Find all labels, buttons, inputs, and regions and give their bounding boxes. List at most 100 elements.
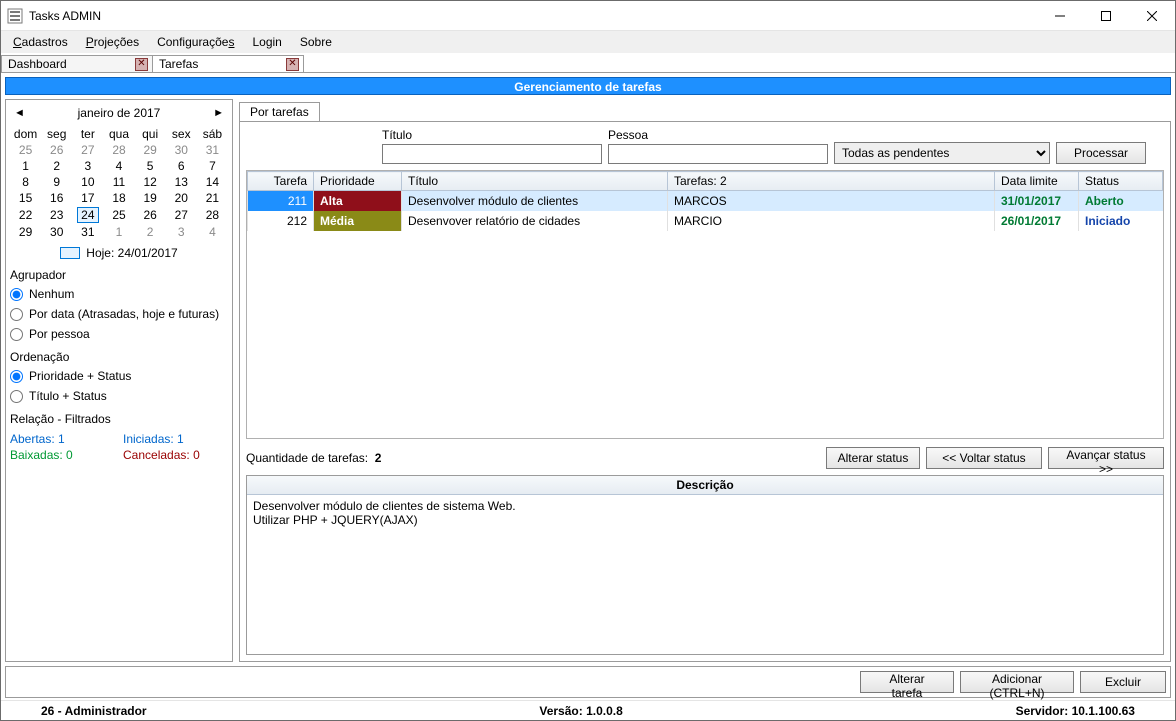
- tab-dashboard[interactable]: Dashboard ✕: [1, 55, 153, 72]
- calendar-day[interactable]: 23: [41, 206, 72, 224]
- menu-projecoes[interactable]: Projeções: [78, 33, 147, 51]
- calendar-day[interactable]: 25: [103, 206, 134, 224]
- titulo-input[interactable]: [382, 144, 602, 164]
- col-tarefas-count[interactable]: Tarefas: 2: [668, 172, 995, 191]
- radio-nenhum[interactable]: Nenhum: [10, 286, 228, 302]
- tab-label: Tarefas: [159, 57, 198, 71]
- calendar-day[interactable]: 26: [41, 142, 72, 158]
- titlebar: Tasks ADMIN: [1, 1, 1175, 31]
- calendar-day[interactable]: 28: [103, 142, 134, 158]
- calendar-day[interactable]: 13: [166, 174, 197, 190]
- calendar-day[interactable]: 20: [166, 190, 197, 206]
- today-label: Hoje: 24/01/2017: [86, 246, 177, 260]
- menu-login[interactable]: Login: [244, 33, 289, 51]
- processar-button[interactable]: Processar: [1056, 142, 1146, 164]
- today-marker-icon: [60, 247, 80, 259]
- radio-porpessoa[interactable]: Por pessoa: [10, 326, 228, 342]
- calendar-day[interactable]: 27: [72, 142, 103, 158]
- col-status[interactable]: Status: [1079, 172, 1163, 191]
- subtab-portarefas[interactable]: Por tarefas: [239, 102, 320, 121]
- calendar-day[interactable]: 28: [197, 206, 228, 224]
- calendar-day[interactable]: 8: [10, 174, 41, 190]
- avancar-status-button[interactable]: Avançar status >>: [1048, 447, 1164, 469]
- menu-sobre[interactable]: Sobre: [292, 33, 340, 51]
- stat-abertas: Abertas: 1: [10, 432, 115, 446]
- calendar-day[interactable]: 11: [103, 174, 134, 190]
- calendar-day[interactable]: 17: [72, 190, 103, 206]
- calendar-day[interactable]: 25: [10, 142, 41, 158]
- description-body: Desenvolver módulo de clientes de sistem…: [247, 495, 1163, 654]
- col-prioridade[interactable]: Prioridade: [314, 172, 402, 191]
- radio-prio-status[interactable]: Prioridade + Status: [10, 368, 228, 384]
- minimize-button[interactable]: [1037, 1, 1083, 31]
- calendar-today-footer[interactable]: Hoje: 24/01/2017: [10, 244, 228, 260]
- agrupador-title: Agrupador: [10, 268, 228, 282]
- maximize-button[interactable]: [1083, 1, 1129, 31]
- calendar-day[interactable]: 24: [72, 206, 103, 224]
- alterar-tarefa-button[interactable]: Alterar tarefa: [860, 671, 954, 693]
- calendar-day[interactable]: 2: [135, 224, 166, 240]
- calendar-day[interactable]: 6: [166, 158, 197, 174]
- ordenacao-title: Ordenação: [10, 350, 228, 364]
- calendar-day[interactable]: 5: [135, 158, 166, 174]
- menu-cadastros[interactable]: Cadastros: [5, 33, 76, 51]
- tab-tarefas[interactable]: Tarefas ✕: [152, 55, 304, 72]
- table-row[interactable]: 211AltaDesenvolver módulo de clientesMAR…: [248, 191, 1163, 211]
- adicionar-button[interactable]: Adicionar (CTRL+N): [960, 671, 1074, 693]
- close-button[interactable]: [1129, 1, 1175, 31]
- filter-row: Título Pessoa Todas as pendentes Process…: [246, 128, 1164, 164]
- calendar-day[interactable]: 22: [10, 206, 41, 224]
- menu-configuracoes[interactable]: Configurações: [149, 33, 242, 51]
- calendar-day[interactable]: 29: [10, 224, 41, 240]
- stat-canceladas: Canceladas: 0: [123, 448, 228, 462]
- status-select[interactable]: Todas as pendentes: [834, 142, 1050, 164]
- calendar-day[interactable]: 3: [166, 224, 197, 240]
- calendar-day[interactable]: 16: [41, 190, 72, 206]
- calendar-prev-icon[interactable]: ◄: [14, 107, 25, 119]
- calendar-day[interactable]: 3: [72, 158, 103, 174]
- field-titulo: Título: [382, 128, 602, 164]
- radio-titulo-status[interactable]: Título + Status: [10, 388, 228, 404]
- calendar-day[interactable]: 27: [166, 206, 197, 224]
- tab-close-icon[interactable]: ✕: [286, 58, 299, 71]
- excluir-button[interactable]: Excluir: [1080, 671, 1166, 693]
- calendar-day[interactable]: 30: [41, 224, 72, 240]
- calendar-day[interactable]: 12: [135, 174, 166, 190]
- col-titulo[interactable]: Título: [402, 172, 668, 191]
- calendar[interactable]: domsegterquaquisexsáb 252627282930311234…: [10, 126, 228, 240]
- task-grid[interactable]: Tarefa Prioridade Título Tarefas: 2 Data…: [246, 170, 1164, 439]
- table-row[interactable]: 212MédiaDesenvover relatório de cidadesM…: [248, 211, 1163, 231]
- calendar-day[interactable]: 26: [135, 206, 166, 224]
- calendar-day[interactable]: 19: [135, 190, 166, 206]
- tab-close-icon[interactable]: ✕: [135, 58, 148, 71]
- split-pane: ◄ janeiro de 2017 ► domsegterquaquisexsá…: [5, 99, 1171, 662]
- calendar-day[interactable]: 31: [72, 224, 103, 240]
- calendar-day[interactable]: 10: [72, 174, 103, 190]
- calendar-day[interactable]: 7: [197, 158, 228, 174]
- calendar-day[interactable]: 14: [197, 174, 228, 190]
- calendar-day[interactable]: 31: [197, 142, 228, 158]
- sidebar: ◄ janeiro de 2017 ► domsegterquaquisexsá…: [5, 99, 233, 662]
- calendar-day[interactable]: 29: [135, 142, 166, 158]
- radio-pordata[interactable]: Por data (Atrasadas, hoje e futuras): [10, 306, 228, 322]
- calendar-day[interactable]: 30: [166, 142, 197, 158]
- stat-iniciadas: Iniciadas: 1: [123, 432, 228, 446]
- calendar-day[interactable]: 1: [103, 224, 134, 240]
- calendar-day[interactable]: 1: [10, 158, 41, 174]
- calendar-day[interactable]: 2: [41, 158, 72, 174]
- col-datalimite[interactable]: Data limite: [995, 172, 1079, 191]
- calendar-next-icon[interactable]: ►: [213, 107, 224, 119]
- alterar-status-button[interactable]: Alterar status: [826, 447, 920, 469]
- calendar-day[interactable]: 4: [103, 158, 134, 174]
- col-tarefa[interactable]: Tarefa: [248, 172, 314, 191]
- description-header: Descrição: [247, 476, 1163, 495]
- calendar-day[interactable]: 18: [103, 190, 134, 206]
- page-banner: Gerenciamento de tarefas: [5, 77, 1171, 95]
- calendar-day[interactable]: 4: [197, 224, 228, 240]
- description-box: Descrição Desenvolver módulo de clientes…: [246, 475, 1164, 655]
- calendar-day[interactable]: 9: [41, 174, 72, 190]
- voltar-status-button[interactable]: << Voltar status: [926, 447, 1042, 469]
- calendar-day[interactable]: 15: [10, 190, 41, 206]
- pessoa-input[interactable]: [608, 144, 828, 164]
- calendar-day[interactable]: 21: [197, 190, 228, 206]
